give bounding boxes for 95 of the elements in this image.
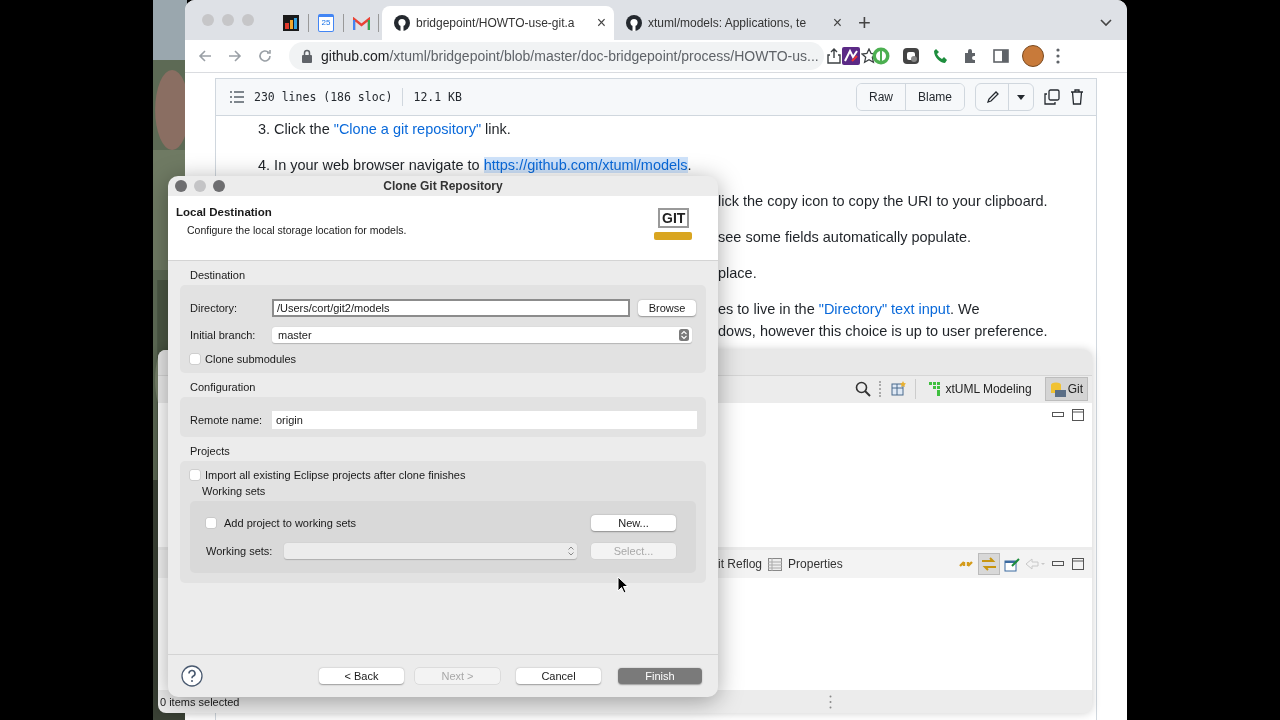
close-icon[interactable]: × bbox=[832, 15, 842, 31]
extension-icon[interactable] bbox=[872, 47, 890, 65]
side-panel-icon[interactable] bbox=[992, 47, 1010, 65]
dialog-button[interactable]: < Back bbox=[319, 668, 404, 684]
paragraph: lick the copy icon to copy the URI to your clipboard. bbox=[718, 192, 1048, 211]
checkbox-label: Import all existing Eclipse projects after clone finishes bbox=[205, 469, 466, 481]
share-icon[interactable] bbox=[826, 48, 841, 64]
page-title: Local Destination bbox=[176, 206, 273, 218]
table-icon bbox=[768, 557, 783, 571]
line-count: 230 lines (186 sloc) bbox=[254, 90, 393, 104]
mail-icon bbox=[352, 16, 370, 30]
pencil-icon bbox=[986, 90, 1000, 104]
link[interactable]: https://github.com/xtuml/models bbox=[483, 157, 688, 173]
link[interactable]: "Directory" text input bbox=[818, 301, 950, 317]
browse-button[interactable]: Browse bbox=[638, 300, 696, 316]
file-size: 12.1 KB bbox=[413, 90, 462, 104]
section-label: Working sets bbox=[201, 485, 267, 497]
field-label: Remote name: bbox=[190, 414, 264, 426]
star-icon[interactable] bbox=[860, 48, 877, 64]
remote-name-field[interactable]: origin bbox=[272, 411, 697, 429]
minimize-icon[interactable] bbox=[1052, 412, 1064, 418]
database-icon bbox=[1049, 380, 1066, 397]
zoom-light-icon[interactable] bbox=[213, 180, 225, 192]
tab-title: bridgepoint/HOWTO-use-git.a bbox=[416, 16, 576, 30]
page-description: Configure the local storage location for models. bbox=[186, 224, 408, 236]
paragraph: see some fields automatically populate. bbox=[718, 228, 972, 247]
link[interactable]: "Clone a git repository" bbox=[333, 121, 482, 137]
back-icon[interactable] bbox=[197, 48, 213, 64]
browser-tab[interactable]: bridgepoint/HOWTO-use-git.a × bbox=[382, 6, 614, 40]
close-icon[interactable]: × bbox=[596, 15, 606, 31]
close-light-icon[interactable] bbox=[175, 180, 187, 192]
stepper-icon bbox=[679, 329, 689, 341]
caret-icon bbox=[1017, 94, 1025, 100]
field-label: Working sets: bbox=[206, 545, 274, 557]
octocat-icon bbox=[626, 15, 642, 31]
forward-icon[interactable] bbox=[227, 48, 243, 64]
dialog-button[interactable]: Cancel bbox=[516, 668, 601, 684]
reload-icon[interactable] bbox=[257, 48, 273, 64]
calendar-icon: 25 bbox=[318, 14, 334, 32]
branch-dropdown[interactable]: master bbox=[272, 327, 692, 343]
help-icon[interactable] bbox=[181, 665, 203, 687]
url-text: github.com/xtuml/bridgepoint/blob/master/doc-bridgepoint/process/HOWTO-us... bbox=[321, 48, 819, 64]
field-label: Directory: bbox=[190, 302, 239, 314]
tab-title: xtuml/models: Applications, te bbox=[648, 16, 808, 30]
checkbox-label: Add project to working sets bbox=[224, 517, 358, 529]
list-icon[interactable] bbox=[230, 91, 244, 103]
trash-icon[interactable] bbox=[1070, 89, 1084, 105]
extension-icon[interactable] bbox=[842, 47, 860, 65]
minimize-icon[interactable] bbox=[1052, 561, 1064, 567]
paragraph: 3. Click the "Clone a git repository" link. bbox=[258, 120, 511, 139]
new-tab-button[interactable]: + bbox=[858, 12, 871, 34]
file-action-button[interactable]: Blame bbox=[905, 84, 964, 110]
checkbox-label: Clone submodules bbox=[205, 353, 297, 365]
paragraph: dows, however this choice is up to user preference. bbox=[718, 322, 1048, 341]
view-tab[interactable]: it Reflog bbox=[718, 557, 763, 571]
field-label: Initial branch: bbox=[190, 329, 257, 341]
dialog-button[interactable]: Finish bbox=[618, 668, 702, 684]
phone-icon[interactable] bbox=[932, 47, 950, 65]
edit-window-icon[interactable] bbox=[1004, 556, 1020, 572]
lock-icon bbox=[301, 49, 313, 63]
perspective-button[interactable]: xtUML Modeling bbox=[924, 376, 1037, 401]
extension-icon[interactable] bbox=[902, 47, 920, 65]
grip-icon[interactable] bbox=[829, 695, 832, 709]
swap-arrows-icon bbox=[981, 556, 997, 572]
copy-icon[interactable] bbox=[1044, 89, 1060, 105]
perspective-button[interactable]: Git bbox=[1044, 376, 1088, 401]
checkbox[interactable] bbox=[190, 470, 200, 480]
octocat-icon bbox=[394, 15, 410, 31]
status-text: 0 items selected bbox=[159, 695, 240, 708]
paragraph: place. bbox=[718, 264, 757, 283]
paragraph: es to live in the "Directory" text input. We bbox=[718, 300, 980, 319]
edit-button[interactable] bbox=[975, 83, 1034, 111]
pointer-icon bbox=[617, 576, 629, 594]
section-label: Configuration bbox=[189, 381, 257, 395]
open-perspective-icon[interactable] bbox=[891, 381, 908, 396]
view-tab[interactable]: Properties bbox=[788, 557, 843, 571]
checkbox[interactable] bbox=[206, 518, 216, 528]
menu-icon[interactable] bbox=[1056, 48, 1060, 64]
new-button[interactable]: New... bbox=[591, 515, 676, 531]
paragraph: 4. In your web browser navigate to https://github.com/xtuml/models. bbox=[258, 156, 692, 175]
chevron-down-icon[interactable] bbox=[1100, 19, 1112, 27]
app-icon bbox=[283, 15, 299, 31]
pinned-tab[interactable]: 25 bbox=[312, 9, 340, 37]
dialog-title: Clone Git Repository bbox=[383, 179, 503, 193]
browser-tab[interactable]: xtuml/models: Applications, te × bbox=[614, 6, 850, 40]
directory-field[interactable]: /Users/cort/git2/models bbox=[272, 299, 630, 317]
search-icon[interactable] bbox=[855, 380, 872, 397]
stepper-icon bbox=[568, 546, 574, 556]
maximize-icon[interactable] bbox=[1072, 409, 1084, 421]
section-label: Destination bbox=[189, 269, 247, 283]
section-label: Projects bbox=[189, 445, 231, 459]
maximize-icon[interactable] bbox=[1072, 558, 1084, 570]
checkbox[interactable] bbox=[190, 354, 200, 364]
avatar[interactable] bbox=[1022, 45, 1044, 67]
toggle-button[interactable] bbox=[978, 553, 1000, 575]
